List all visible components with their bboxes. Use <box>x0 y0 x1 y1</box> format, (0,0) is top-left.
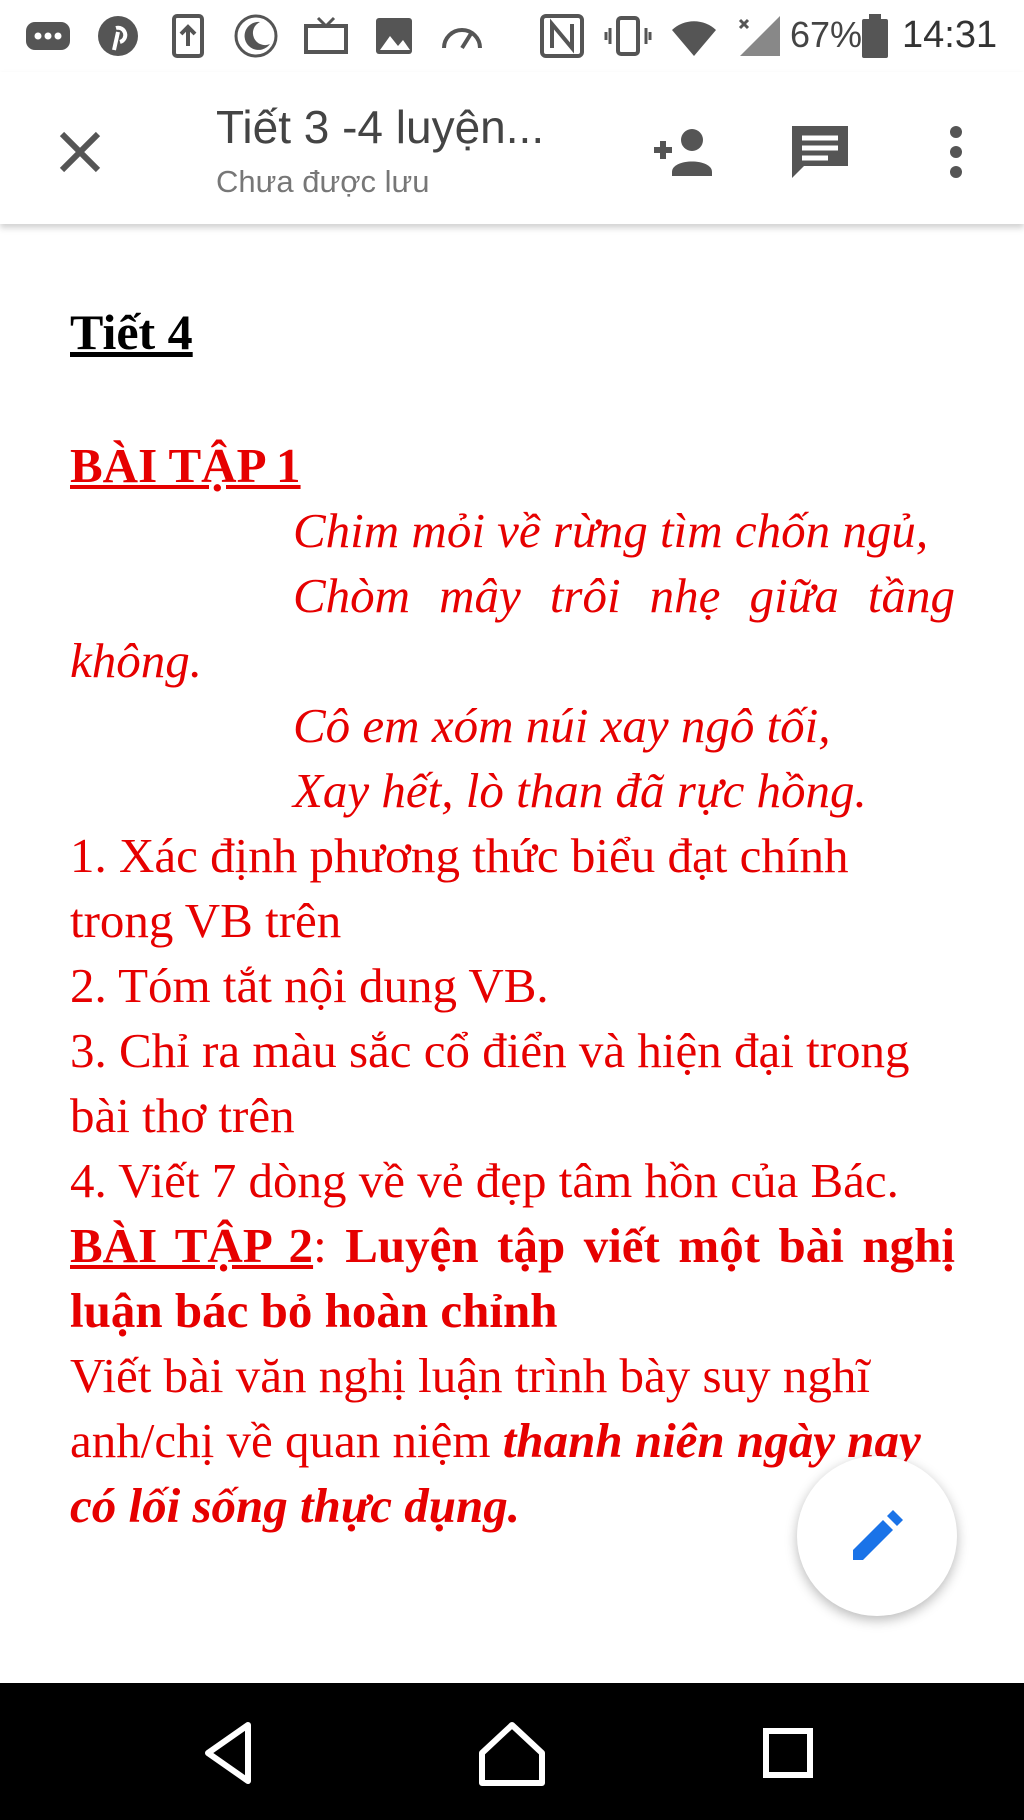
speedometer-icon <box>442 28 482 50</box>
wifi-icon <box>672 21 716 56</box>
add-person-icon[interactable] <box>648 116 720 188</box>
edit-button[interactable] <box>797 1456 957 1616</box>
close-icon[interactable] <box>50 122 110 182</box>
home-icon[interactable] <box>472 1713 552 1793</box>
vibrate-icon <box>604 16 652 56</box>
question-4: 4. Viết 7 dòng về vẻ đẹp tâm hồn của Bác… <box>70 1153 899 1208</box>
comment-icon[interactable] <box>784 116 856 188</box>
app-bar: Tiết 3 -4 luyện... Chưa được lưu <box>0 72 1024 224</box>
question-1: 1. Xác định phương thức biểu đạt chính t… <box>70 828 849 948</box>
section-heading: Tiết 4 <box>70 304 193 360</box>
battery-icon <box>862 14 888 58</box>
poem-line-1: Chim mỏi về rừng tìm chốn ngủ, <box>293 503 929 558</box>
poem-line-3: Cô em xóm núi xay ngô tối, <box>293 698 831 753</box>
more-vert-icon[interactable] <box>920 116 992 188</box>
image-icon <box>376 18 412 54</box>
save-status: Chưa được lưu <box>216 164 430 199</box>
nfc-icon <box>540 14 584 58</box>
pinterest-icon <box>98 16 138 56</box>
signal-icon <box>738 16 780 56</box>
do-not-disturb-icon <box>234 14 278 58</box>
back-icon[interactable] <box>190 1713 270 1793</box>
question-3: 3. Chỉ ra màu sắc cổ điển và hiện đại tr… <box>70 1023 910 1143</box>
poem-line-2: Chòm mây trôi nhẹ giữa tầng không. <box>70 568 955 688</box>
clock: 14:31 <box>902 14 998 56</box>
document-body[interactable]: Tiết 4 BÀI TẬP 1 Chim mỏi về rừng tìm ch… <box>70 300 955 1538</box>
upload-icon <box>172 14 204 58</box>
document-title: Tiết 3 -4 luyện... <box>216 101 545 153</box>
recents-icon[interactable] <box>748 1713 828 1793</box>
question-2: 2. Tóm tắt nội dung VB. <box>70 958 549 1013</box>
exercise-1-title: BÀI TẬP 1 <box>70 438 301 493</box>
poem-line-4: Xay hết, lò than đã rực hồng. <box>293 763 867 818</box>
exercise-2-heading: BÀI TẬP 2: Luyện tập viết một bài nghị l… <box>70 1218 955 1338</box>
tv-icon <box>304 16 348 54</box>
exercise-2-title: BÀI TẬP 2 <box>70 1218 314 1273</box>
battery-percent: 67% <box>790 14 863 55</box>
more-icon <box>26 22 70 50</box>
edit-icon <box>853 1510 903 1560</box>
status-bar: 67% 14:31 <box>0 0 1024 72</box>
navigation-bar <box>0 1683 1024 1820</box>
